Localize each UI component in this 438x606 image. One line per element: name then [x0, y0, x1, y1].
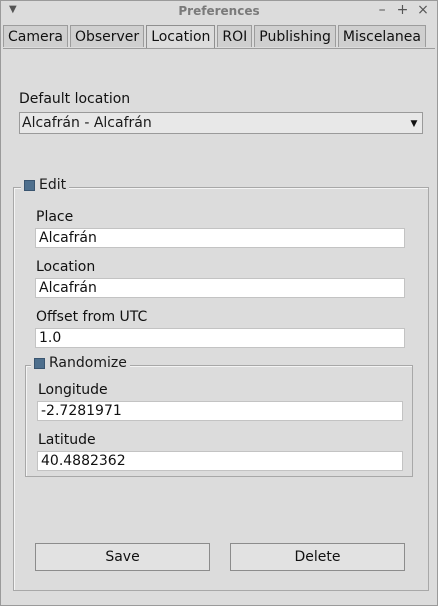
maximize-icon[interactable]: + [395, 2, 411, 18]
tab-camera[interactable]: Camera [3, 25, 68, 47]
title-bar: ▼ Preferences – + × [1, 1, 437, 23]
offset-label: Offset from UTC [36, 309, 148, 325]
window-title: Preferences [178, 4, 260, 18]
latitude-input[interactable]: 40.4882362 [37, 451, 403, 471]
location-panel: Default location Alcafrán - Alcafrán ▼ E… [3, 48, 435, 603]
latitude-label: Latitude [38, 432, 96, 448]
tab-observer[interactable]: Observer [69, 25, 145, 47]
default-location-label: Default location [19, 91, 131, 107]
longitude-label: Longitude [38, 382, 108, 398]
default-location-value: Alcafrán - Alcafrán [22, 115, 152, 131]
tab-roi[interactable]: ROI [217, 25, 253, 47]
chevron-down-icon[interactable]: ▼ [408, 117, 420, 131]
location-input[interactable]: Alcafrán [35, 278, 405, 298]
tab-miscelanea[interactable]: Miscelanea [337, 25, 426, 47]
delete-button[interactable]: Delete [230, 543, 405, 571]
location-label: Location [36, 259, 96, 275]
preferences-window: ▼ Preferences – + × Camera Observer Loca… [0, 0, 438, 606]
randomize-checkbox-icon[interactable] [34, 357, 45, 369]
tab-location[interactable]: Location [146, 25, 216, 49]
randomize-toggle[interactable]: Randomize [31, 355, 130, 371]
window-controls: – + × [374, 2, 431, 18]
randomize-label: Randomize [49, 355, 127, 371]
edit-toggle[interactable]: Edit [21, 177, 70, 193]
place-label: Place [36, 209, 74, 225]
tab-bar: Camera Observer Location ROI Publishing … [3, 25, 428, 49]
minimize-icon[interactable]: – [374, 2, 390, 18]
tab-publishing[interactable]: Publishing [254, 25, 336, 47]
edit-checkbox-icon[interactable] [24, 179, 35, 191]
offset-input[interactable]: 1.0 [35, 328, 405, 348]
longitude-input[interactable]: -2.7281971 [37, 401, 403, 421]
save-button[interactable]: Save [35, 543, 210, 571]
edit-label: Edit [39, 177, 67, 193]
close-icon[interactable]: × [415, 2, 431, 18]
place-input[interactable]: Alcafrán [35, 228, 405, 248]
default-location-select[interactable]: Alcafrán - Alcafrán ▼ [19, 112, 423, 134]
